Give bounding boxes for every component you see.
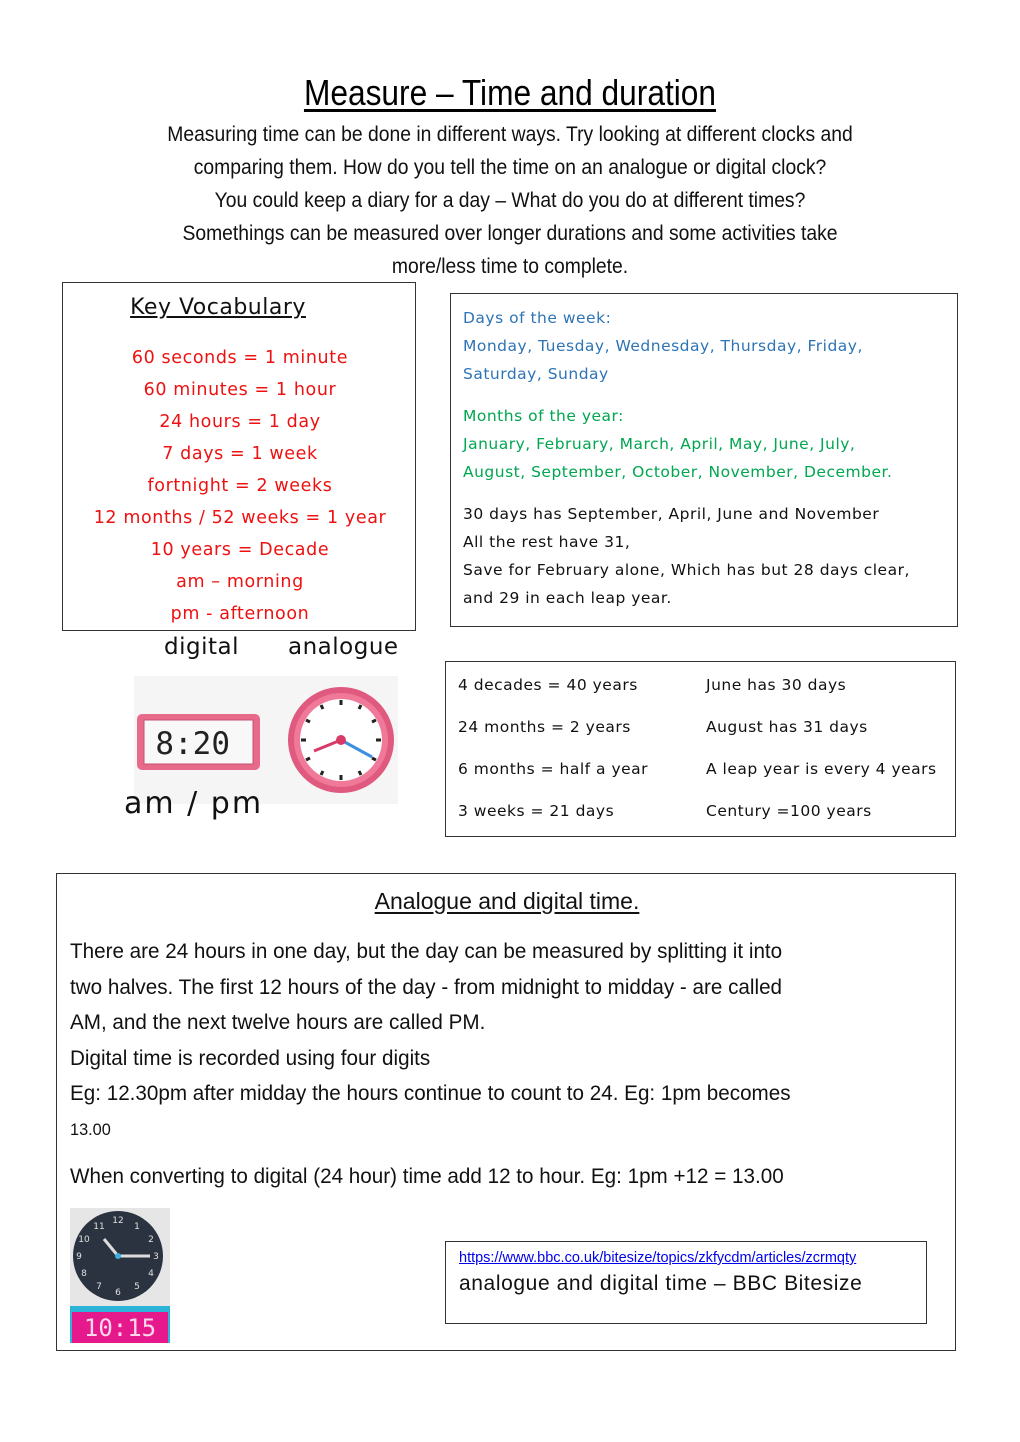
digital-time-display: 10:15 bbox=[84, 1314, 156, 1342]
vocabulary-title: Key Vocabulary bbox=[130, 295, 306, 320]
body-line: Eg: 12.30pm after midday the hours conti… bbox=[70, 1081, 791, 1105]
vocabulary-item: 7 days = 1 week bbox=[162, 444, 318, 464]
fact-right: August has 31 days bbox=[706, 718, 868, 736]
page-title: Measure – Time and duration bbox=[303, 72, 717, 113]
svg-text:6: 6 bbox=[115, 1288, 121, 1298]
days-line: Saturday, Sunday bbox=[463, 365, 609, 383]
body-line: Digital time is recorded using four digi… bbox=[70, 1045, 431, 1070]
digital-clock-icon: 8:20 bbox=[137, 687, 394, 793]
fact-right: Century =100 years bbox=[706, 802, 872, 820]
vocabulary-item: fortnight = 2 weeks bbox=[147, 476, 333, 496]
rhyme-line: Save for February alone, Which has but 2… bbox=[463, 561, 910, 579]
vocabulary-item: 24 hours = 1 day bbox=[159, 412, 321, 432]
vocabulary-item: 60 minutes = 1 hour bbox=[143, 380, 337, 400]
days-line: Monday, Tuesday, Wednesday, Thursday, Fr… bbox=[463, 337, 863, 355]
svg-text:7: 7 bbox=[96, 1282, 102, 1292]
vocabulary-list: 60 seconds = 1 minute 60 minutes = 1 hou… bbox=[63, 345, 417, 633]
svg-text:3: 3 bbox=[153, 1252, 159, 1262]
svg-text:5: 5 bbox=[134, 1282, 140, 1292]
svg-text:1: 1 bbox=[134, 1222, 140, 1232]
bitesize-link[interactable]: https://www.bbc.co.uk/bitesize/topics/zk… bbox=[459, 1250, 926, 1266]
body-line: There are 24 hours in one day, but the d… bbox=[70, 939, 783, 963]
months-line: August, September, October, November, De… bbox=[463, 463, 893, 481]
clocks-illustration: 8:20 bbox=[134, 676, 398, 804]
days-heading: Days of the week: bbox=[463, 309, 612, 327]
vocabulary-item: 60 seconds = 1 minute bbox=[131, 348, 349, 368]
intro-text: Measuring time can be done in different … bbox=[40, 118, 980, 283]
analogue-label: analogue bbox=[288, 634, 399, 660]
body-line: 13.00 bbox=[70, 1119, 111, 1139]
fact-left: 4 decades = 40 years bbox=[458, 676, 638, 694]
fact-left: 24 months = 2 years bbox=[458, 718, 631, 736]
calendar-box: Days of the week: Monday, Tuesday, Wedne… bbox=[450, 293, 958, 627]
vocabulary-item: pm - afternoon bbox=[170, 604, 310, 624]
intro-line: Measuring time can be done in different … bbox=[167, 123, 853, 146]
analogue-digital-clock-icon: 12 12 3 45 6 78 9 1011 10:15 bbox=[70, 1208, 170, 1343]
am-pm-label: am / pm bbox=[124, 786, 264, 821]
intro-line: Somethings can be measured over longer d… bbox=[182, 222, 838, 245]
body-line: When converting to digital (24 hour) tim… bbox=[70, 1164, 784, 1188]
svg-text:8: 8 bbox=[81, 1269, 87, 1279]
svg-text:10: 10 bbox=[78, 1235, 90, 1245]
months-heading: Months of the year: bbox=[463, 407, 624, 425]
svg-text:11: 11 bbox=[93, 1222, 104, 1232]
key-vocabulary-box: Key Vocabulary 60 seconds = 1 minute 60 … bbox=[62, 282, 416, 631]
fact-left: 3 weeks = 21 days bbox=[458, 802, 615, 820]
body-line: two halves. The first 12 hours of the da… bbox=[70, 974, 783, 999]
svg-text:4: 4 bbox=[148, 1269, 154, 1279]
svg-text:2: 2 bbox=[148, 1235, 154, 1245]
clock-example-illustration: 12 1 2 3 45 6 78 9 10 11 10:15 bbox=[70, 1208, 170, 1343]
analogue-clock-icon bbox=[288, 687, 394, 793]
bitesize-description: analogue and digital time – BBC Bitesize bbox=[459, 1272, 863, 1295]
intro-line: You could keep a diary for a day – What … bbox=[214, 189, 806, 212]
body-line: AM, and the next twelve hours are called… bbox=[70, 1010, 486, 1034]
digital-label: digital bbox=[164, 634, 239, 660]
fact-row: 3 weeks = 21 days Century =100 years bbox=[458, 802, 948, 820]
svg-text:9: 9 bbox=[76, 1252, 82, 1262]
intro-line: comparing them. How do you tell the time… bbox=[193, 156, 827, 179]
fact-row: 6 months = half a year A leap year is ev… bbox=[458, 760, 948, 778]
svg-text:12: 12 bbox=[112, 1216, 123, 1226]
fact-right: June has 30 days bbox=[706, 676, 847, 694]
section-title: Analogue and digital time. bbox=[374, 888, 640, 914]
vocabulary-item: 10 years = Decade bbox=[150, 540, 330, 560]
fact-row: 4 decades = 40 years June has 30 days bbox=[458, 676, 948, 694]
fact-right: A leap year is every 4 years bbox=[706, 760, 937, 778]
fact-left: 6 months = half a year bbox=[458, 760, 649, 778]
rhyme-line: and 29 in each leap year. bbox=[463, 589, 672, 607]
vocabulary-item: am – morning bbox=[176, 572, 304, 592]
fact-row: 24 months = 2 years August has 31 days bbox=[458, 718, 948, 736]
months-line: January, February, March, April, May, Ju… bbox=[463, 435, 856, 453]
time-facts-box: 4 decades = 40 years June has 30 days 24… bbox=[445, 661, 956, 837]
section-body: There are 24 hours in one day, but the d… bbox=[70, 934, 950, 1195]
rhyme-line: All the rest have 31, bbox=[463, 533, 631, 551]
bitesize-link-box: https://www.bbc.co.uk/bitesize/topics/zk… bbox=[445, 1241, 927, 1324]
rhyme-line: 30 days has September, April, June and N… bbox=[463, 505, 880, 523]
vocabulary-item: 12 months / 52 weeks = 1 year bbox=[93, 508, 387, 528]
digital-clock-time: 8:20 bbox=[155, 726, 230, 762]
intro-line: more/less time to complete. bbox=[391, 255, 629, 278]
